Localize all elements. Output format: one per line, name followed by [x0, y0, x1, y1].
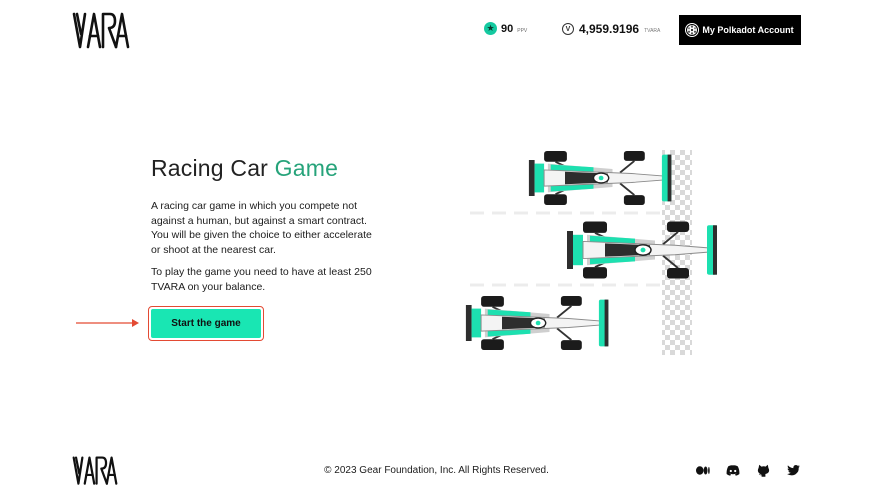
title-accent: Game	[274, 155, 339, 181]
start-game-button-label: Start the game	[151, 309, 261, 338]
page-title: Racing Car Game	[151, 155, 338, 182]
balance-unit: TVARA	[644, 28, 661, 34]
ppv-value: 90	[501, 22, 514, 35]
vara-coin-icon: V	[562, 23, 574, 35]
balance-requirement: To play the game you need to have at lea…	[151, 266, 372, 293]
star-icon: ★	[484, 22, 497, 35]
account-button[interactable]: My Polkadot Account	[679, 15, 801, 45]
game-description: A racing car game in which you compete n…	[151, 200, 372, 256]
pointer-arrow-icon	[76, 316, 142, 334]
polkadot-avatar-icon	[685, 23, 699, 37]
github-icon[interactable]	[756, 464, 770, 477]
medium-icon[interactable]	[696, 464, 710, 477]
balance-value: 4,959.9196	[579, 22, 640, 36]
token-balance: V 4,959.9196 TVARA	[562, 22, 660, 36]
discord-icon[interactable]	[726, 464, 740, 477]
twitter-icon[interactable]	[786, 464, 800, 477]
racing-car-top	[527, 150, 673, 206]
ppv-balance: ★ 90 PPV	[484, 22, 527, 35]
vara-logo[interactable]	[72, 12, 130, 55]
racing-car-middle	[566, 220, 718, 280]
social-links	[696, 464, 800, 477]
vara-logo-icon	[72, 12, 130, 49]
racing-cars-illustration	[455, 145, 730, 365]
account-button-label: My Polkadot Account	[702, 24, 794, 35]
ppv-unit: PPV	[517, 27, 528, 34]
racing-car-bottom	[464, 295, 610, 351]
start-game-button[interactable]: Start the game	[148, 306, 264, 341]
title-primary: Racing Car	[151, 155, 269, 181]
